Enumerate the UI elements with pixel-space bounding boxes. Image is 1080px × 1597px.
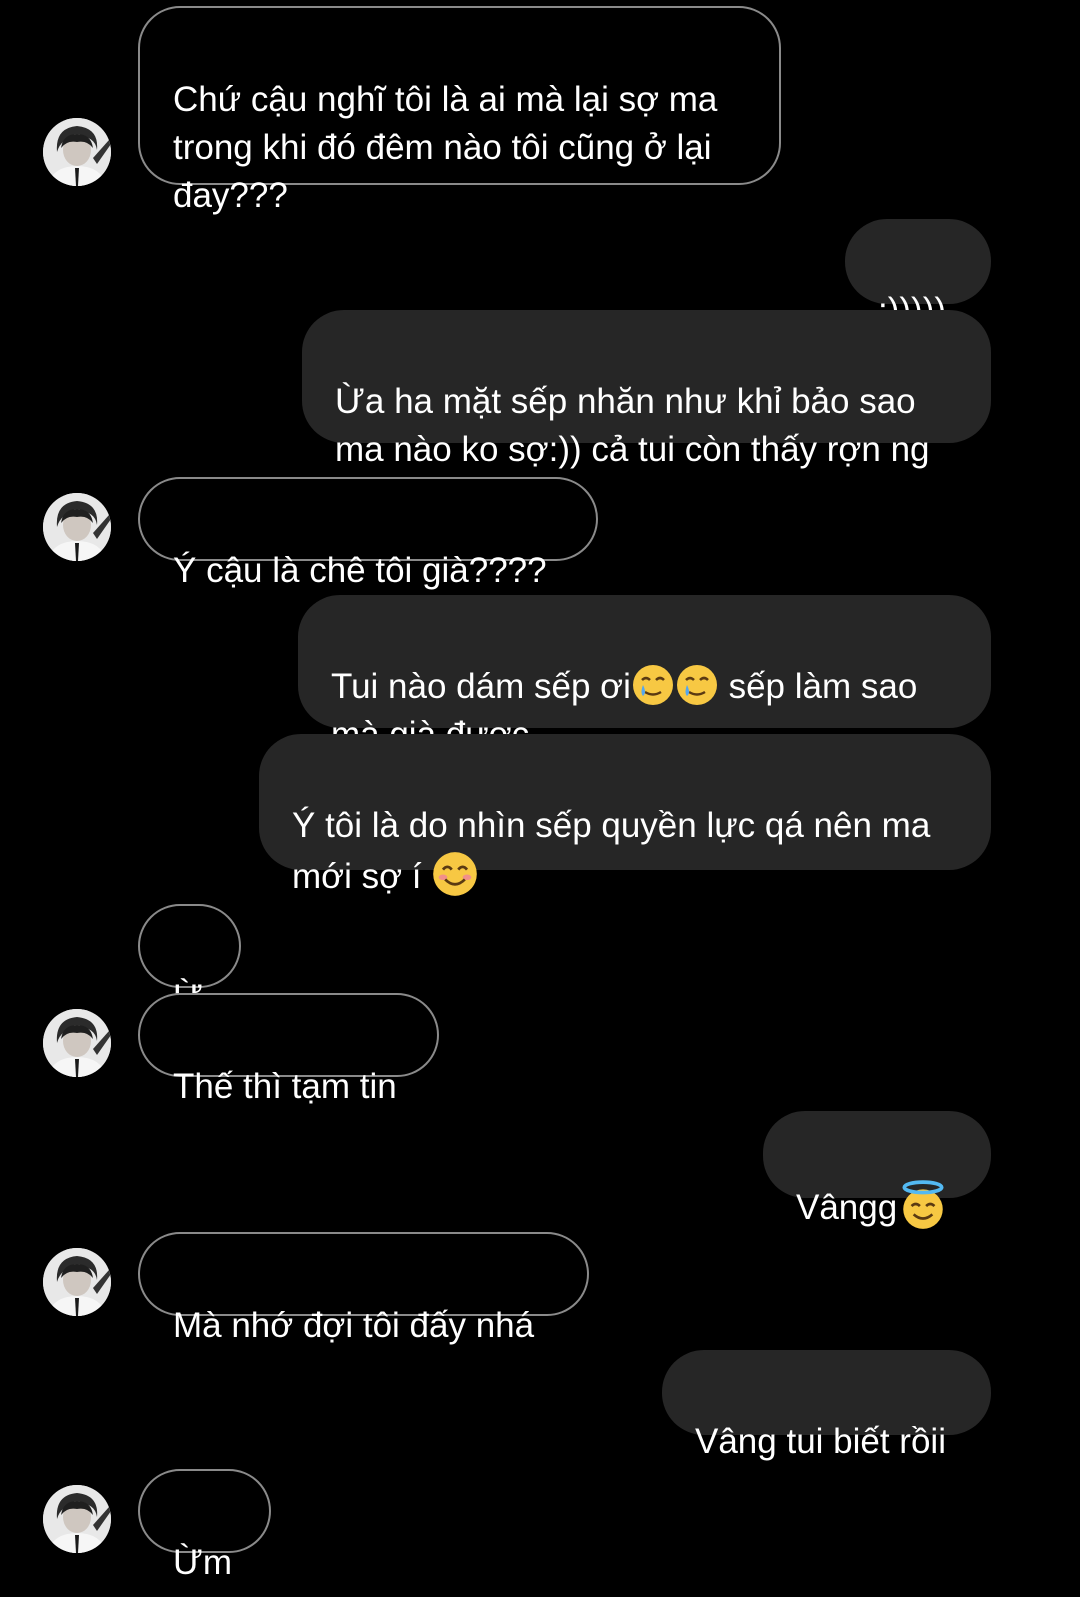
incoming-message-bubble[interactable]: Chứ cậu nghĩ tôi là ai mà lại sợ ma tron… [138, 6, 781, 215]
message-text: Chứ cậu nghĩ tôi là ai mà lại sợ ma tron… [173, 80, 718, 215]
message-text: Thế thì tạm tin [173, 1067, 397, 1106]
smiling-face-with-tear-icon [631, 663, 675, 707]
outgoing-message-bubble[interactable]: Vângg [763, 1111, 991, 1198]
smiling-face-with-tear-icon [675, 663, 719, 707]
contact-avatar[interactable] [43, 1248, 111, 1316]
message-text: Ừa ha mặt sếp nhăn như khỉ bảo sao ma nà… [335, 382, 930, 469]
contact-avatar[interactable] [43, 1485, 111, 1553]
outgoing-message-bubble[interactable]: Ý tôi là do nhìn sếp quyền lực qá nên ma… [259, 734, 991, 870]
message-text: Vângg [796, 1188, 898, 1227]
outgoing-message-bubble[interactable]: :))))) [845, 219, 991, 330]
incoming-message-bubble[interactable]: Thế thì tạm tin [138, 993, 439, 1106]
outgoing-message-bubble[interactable]: Vâng tui biết rồii [662, 1350, 991, 1461]
message-text: Mà nhớ đợi tôi đấy nhá [173, 1306, 535, 1345]
contact-avatar[interactable] [43, 118, 111, 186]
smiling-face-with-halo-icon [897, 1179, 949, 1231]
outgoing-message-bubble[interactable]: Ừa ha mặt sếp nhăn như khỉ bảo sao ma nà… [302, 310, 991, 469]
contact-avatar[interactable] [43, 493, 111, 561]
outgoing-message-bubble[interactable]: Tui nào dám sếp ơi sếp làm sao mà già đư… [298, 595, 991, 754]
incoming-message-bubble[interactable]: Ý cậu là chê tôi già???? [138, 477, 598, 590]
message-text: Tui nào dám sếp ơi [331, 667, 631, 706]
message-text: Ý cậu là chê tôi già???? [173, 551, 547, 590]
incoming-message-bubble[interactable]: Ừm [138, 1469, 271, 1582]
message-text: Vâng tui biết rồii [695, 1422, 946, 1461]
incoming-message-bubble[interactable]: Ừ [138, 904, 241, 1017]
contact-avatar[interactable] [43, 1009, 111, 1077]
smiling-face-with-smiling-eyes-icon [431, 850, 479, 898]
message-text: Ý tôi là do nhìn sếp quyền lực qá nên ma… [292, 806, 931, 896]
message-text: Ừm [173, 1543, 233, 1582]
incoming-message-bubble[interactable]: Mà nhớ đợi tôi đấy nhá [138, 1232, 589, 1345]
